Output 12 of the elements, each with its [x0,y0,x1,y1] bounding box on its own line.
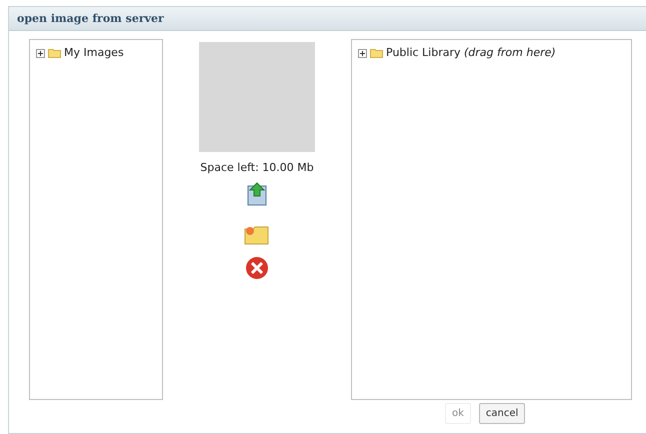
upload-icon[interactable] [247,182,267,206]
folder-icon [370,48,383,58]
delete-icon[interactable] [245,256,269,280]
window-title: open image from server [9,7,646,31]
cancel-button[interactable]: cancel [478,403,526,424]
folder-icon [48,48,61,58]
expand-icon[interactable] [36,48,45,58]
folder-icon[interactable] [244,224,270,246]
tree-item[interactable]: Public Library (drag from here) [386,45,556,62]
expand-icon[interactable] [358,48,367,58]
space-left-text: Space left: 10.00 Mb [200,160,314,176]
tree-item[interactable]: My Images [64,45,124,62]
